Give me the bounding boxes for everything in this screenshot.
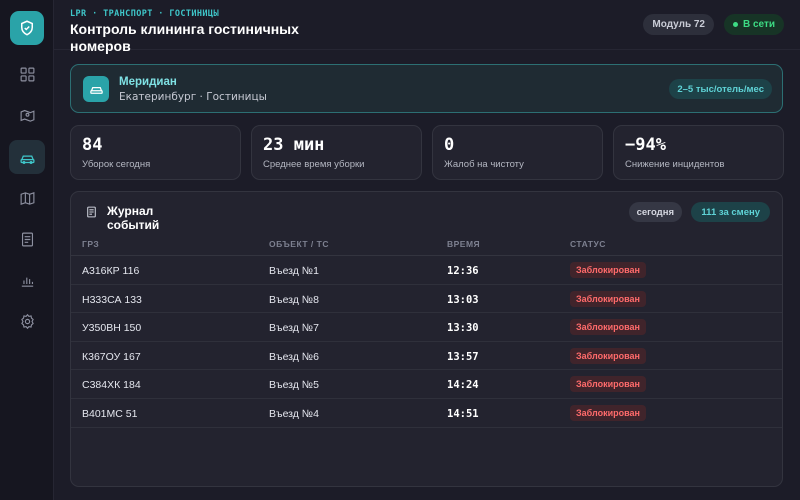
time-cell: 14:24	[447, 379, 479, 392]
kpi-card-cleanings: 84 Уборок сегодня	[70, 125, 241, 180]
event-log-title: Журнал событий	[107, 204, 160, 232]
property-location: Екатеринбург · Гостиницы	[119, 91, 267, 103]
table-header: ГРЗ ОБЪЕКТ / ТС ВРЕМЯ СТАТУС	[71, 234, 782, 256]
column-header-time[interactable]: ВРЕМЯ	[447, 239, 480, 249]
column-header-plate[interactable]: ГРЗ	[82, 239, 99, 249]
object-cell: Въезд №7	[269, 322, 319, 335]
kpi-value: 23 мин	[263, 135, 325, 155]
sidebar-item-transport[interactable]	[9, 140, 45, 174]
sidebar-item-analytics[interactable]	[9, 263, 45, 297]
property-card[interactable]: Меридиан Екатеринбург · Гостиницы 2–5 ты…	[70, 64, 783, 113]
status-badge: Заблокирован	[570, 319, 646, 336]
sidebar-item-settings[interactable]	[9, 304, 45, 338]
shield-logo-icon[interactable]	[10, 11, 44, 45]
sidebar-item-zones[interactable]	[9, 181, 45, 215]
status-badge: Заблокирован	[570, 376, 646, 393]
object-cell: Въезд №1	[269, 265, 319, 277]
plate-cell: К367ОУ 167	[82, 350, 141, 363]
table-row[interactable]: А316КР 116 Въезд №1 12:36 Заблокирован	[71, 256, 782, 285]
breadcrumb: LPR · ТРАНСПОРТ · ГОСТИНИЦЫ	[70, 9, 219, 19]
sidebar-item-reports[interactable]	[9, 222, 45, 256]
time-cell: 12:36	[447, 265, 479, 277]
car-icon	[83, 76, 109, 102]
object-cell: Въезд №4	[269, 408, 319, 420]
kpi-label: Среднее время уборки	[263, 159, 365, 170]
document-icon	[87, 206, 96, 218]
table-row[interactable]: С384ХК 184 Въезд №5 14:24 Заблокирован	[71, 370, 782, 399]
kpi-card-avg-time: 23 мин Среднее время уборки	[251, 125, 422, 180]
kpi-label: Жалоб на чистоту	[444, 159, 524, 170]
plate-cell: А316КР 116	[82, 265, 140, 277]
object-cell: Въезд №5	[269, 379, 319, 392]
column-header-object[interactable]: ОБЪЕКТ / ТС	[269, 239, 329, 249]
kpi-card-incident-reduction: −94% Снижение инцидентов	[613, 125, 784, 180]
status-badge: Заблокирован	[570, 290, 646, 307]
status-badge: Заблокирован	[570, 405, 646, 421]
time-cell: 13:30	[447, 322, 479, 335]
table-row[interactable]: Н333СА 133 Въезд №8 13:03 Заблокирован	[71, 285, 782, 314]
gear-icon	[20, 313, 34, 329]
table-row[interactable]: В401МС 51 Въезд №4 14:51 Заблокирован	[71, 399, 782, 428]
table-row[interactable]: У350ВН 150 Въезд №7 13:30 Заблокирован	[71, 313, 782, 342]
property-name: Меридиан	[119, 76, 177, 88]
kpi-label: Снижение инцидентов	[625, 159, 725, 170]
kpi-value: −94%	[625, 135, 666, 155]
status-dot-icon	[732, 22, 738, 27]
plate-cell: В401МС 51	[82, 408, 138, 420]
time-cell: 13:03	[447, 293, 479, 306]
event-log-header: Журнал событий сегодня 111 за смену	[71, 192, 782, 234]
chart-icon	[21, 277, 33, 287]
column-header-status[interactable]: СТАТУС	[570, 239, 606, 249]
online-status-label: В сети	[742, 19, 775, 30]
map-fold-icon	[20, 191, 34, 205]
time-cell: 13:57	[447, 350, 479, 363]
document-icon	[21, 232, 33, 246]
car-icon	[19, 154, 35, 164]
plate-cell: У350ВН 150	[82, 322, 142, 335]
sidebar-item-map[interactable]	[9, 98, 45, 132]
kpi-card-complaints: 0 Жалоб на чистоту	[432, 125, 603, 180]
kpi-label: Уборок сегодня	[82, 159, 151, 170]
plate-cell: Н333СА 133	[82, 293, 142, 306]
time-cell: 14:51	[447, 408, 479, 420]
status-badge: Заблокирован	[570, 262, 646, 278]
page-title: Контроль клининга гостиничных номеров	[70, 21, 299, 54]
object-cell: Въезд №6	[269, 350, 319, 363]
date-filter-button[interactable]: сегодня	[628, 202, 682, 222]
sidebar	[0, 0, 54, 500]
status-badge: Заблокирован	[570, 347, 646, 364]
object-cell: Въезд №8	[269, 293, 319, 306]
event-log-panel: Журнал событий сегодня 111 за смену ГРЗ …	[70, 191, 783, 487]
kpi-value: 0	[444, 135, 455, 155]
module-badge: Модуль 72	[643, 14, 714, 35]
shift-count-badge: 111 за смену	[691, 202, 770, 222]
sidebar-item-dashboard[interactable]	[9, 57, 45, 91]
online-status-badge: В сети	[723, 14, 784, 35]
kpi-value: 84	[82, 135, 103, 155]
table-row[interactable]: К367ОУ 167 Въезд №6 13:57 Заблокирован	[71, 342, 782, 371]
map-icon	[20, 109, 34, 122]
price-range-badge: 2–5 тыс/отель/мес	[669, 79, 772, 99]
page-header: LPR · ТРАНСПОРТ · ГОСТИНИЦЫ Контроль кли…	[54, 0, 800, 54]
dashboard-icon	[20, 67, 34, 81]
plate-cell: С384ХК 184	[82, 379, 141, 392]
